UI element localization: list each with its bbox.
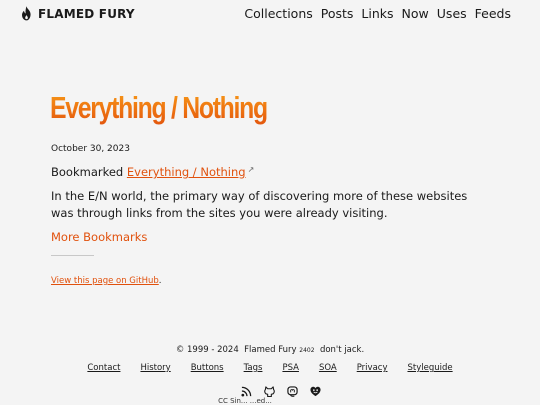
heart-face-icon[interactable] [310, 382, 321, 397]
nav-links[interactable]: Links [361, 6, 393, 21]
copyright-text: © 1999 - 2024 [175, 345, 239, 355]
footer-link-buttons[interactable]: Buttons [191, 363, 224, 373]
flame-icon [22, 6, 31, 21]
footer-tagline: don't jack. [319, 345, 365, 355]
post-date: October 30, 2023 [51, 144, 130, 154]
footer-link-contact[interactable]: Contact [87, 363, 120, 373]
footer-link-history[interactable]: History [140, 363, 170, 373]
footer-link-styleguide[interactable]: Styleguide [407, 363, 452, 373]
footer-link-privacy[interactable]: Privacy [357, 363, 388, 373]
site-footer: © 1999 - 2024 Flamed Fury 2402 don't jac… [0, 345, 540, 405]
footer-site-name: Flamed Fury [244, 345, 297, 355]
page-title: Everything / Nothing [50, 88, 268, 128]
more-bookmarks-link[interactable]: More Bookmarks [51, 230, 147, 244]
main-nav: Collections Posts Links Now Uses Feeds [244, 6, 511, 21]
divider [51, 255, 94, 256]
brand-name: FLAMED FURY [38, 6, 135, 21]
nav-collections[interactable]: Collections [244, 6, 312, 21]
nav-feeds[interactable]: Feeds [475, 6, 511, 21]
version-number: 2402 [299, 347, 315, 354]
external-link-icon: ↗ [247, 165, 255, 174]
nav-uses[interactable]: Uses [437, 6, 467, 21]
mastodon-icon[interactable] [287, 382, 298, 397]
site-header: FLAMED FURY Collections Posts Links Now … [0, 0, 540, 28]
nav-posts[interactable]: Posts [321, 6, 354, 21]
github-line: View this page on GitHub. [51, 276, 161, 286]
github-suffix: . [158, 276, 162, 286]
post-body: In the E/N world, the primary way of dis… [51, 189, 468, 220]
bookmark-link[interactable]: Everything / Nothing [127, 165, 246, 179]
home-link[interactable]: FLAMED FURY [20, 6, 135, 21]
footer-link-psa[interactable]: PSA [282, 363, 299, 373]
github-link[interactable]: View this page on GitHub [51, 276, 159, 286]
bookmark-line: Bookmarked Everything / Nothing ↗ [51, 165, 254, 179]
github-icon[interactable] [264, 382, 275, 398]
footer-link-soa[interactable]: SOA [319, 363, 337, 373]
copyright-line: © 1999 - 2024 Flamed Fury 2402 don't jac… [0, 345, 540, 355]
footer-link-tags[interactable]: Tags [244, 363, 263, 373]
nav-now[interactable]: Now [402, 6, 429, 21]
footer-links: Contact History Buttons Tags PSA SOA Pri… [0, 363, 540, 373]
social-icons [0, 382, 540, 398]
bookmark-prefix: Bookmarked [51, 165, 124, 179]
license-text: CC Sin... ...ed... [218, 397, 272, 405]
footer-site-link[interactable]: Flamed Fury 2402 [244, 345, 314, 355]
rss-icon[interactable] [241, 382, 252, 397]
